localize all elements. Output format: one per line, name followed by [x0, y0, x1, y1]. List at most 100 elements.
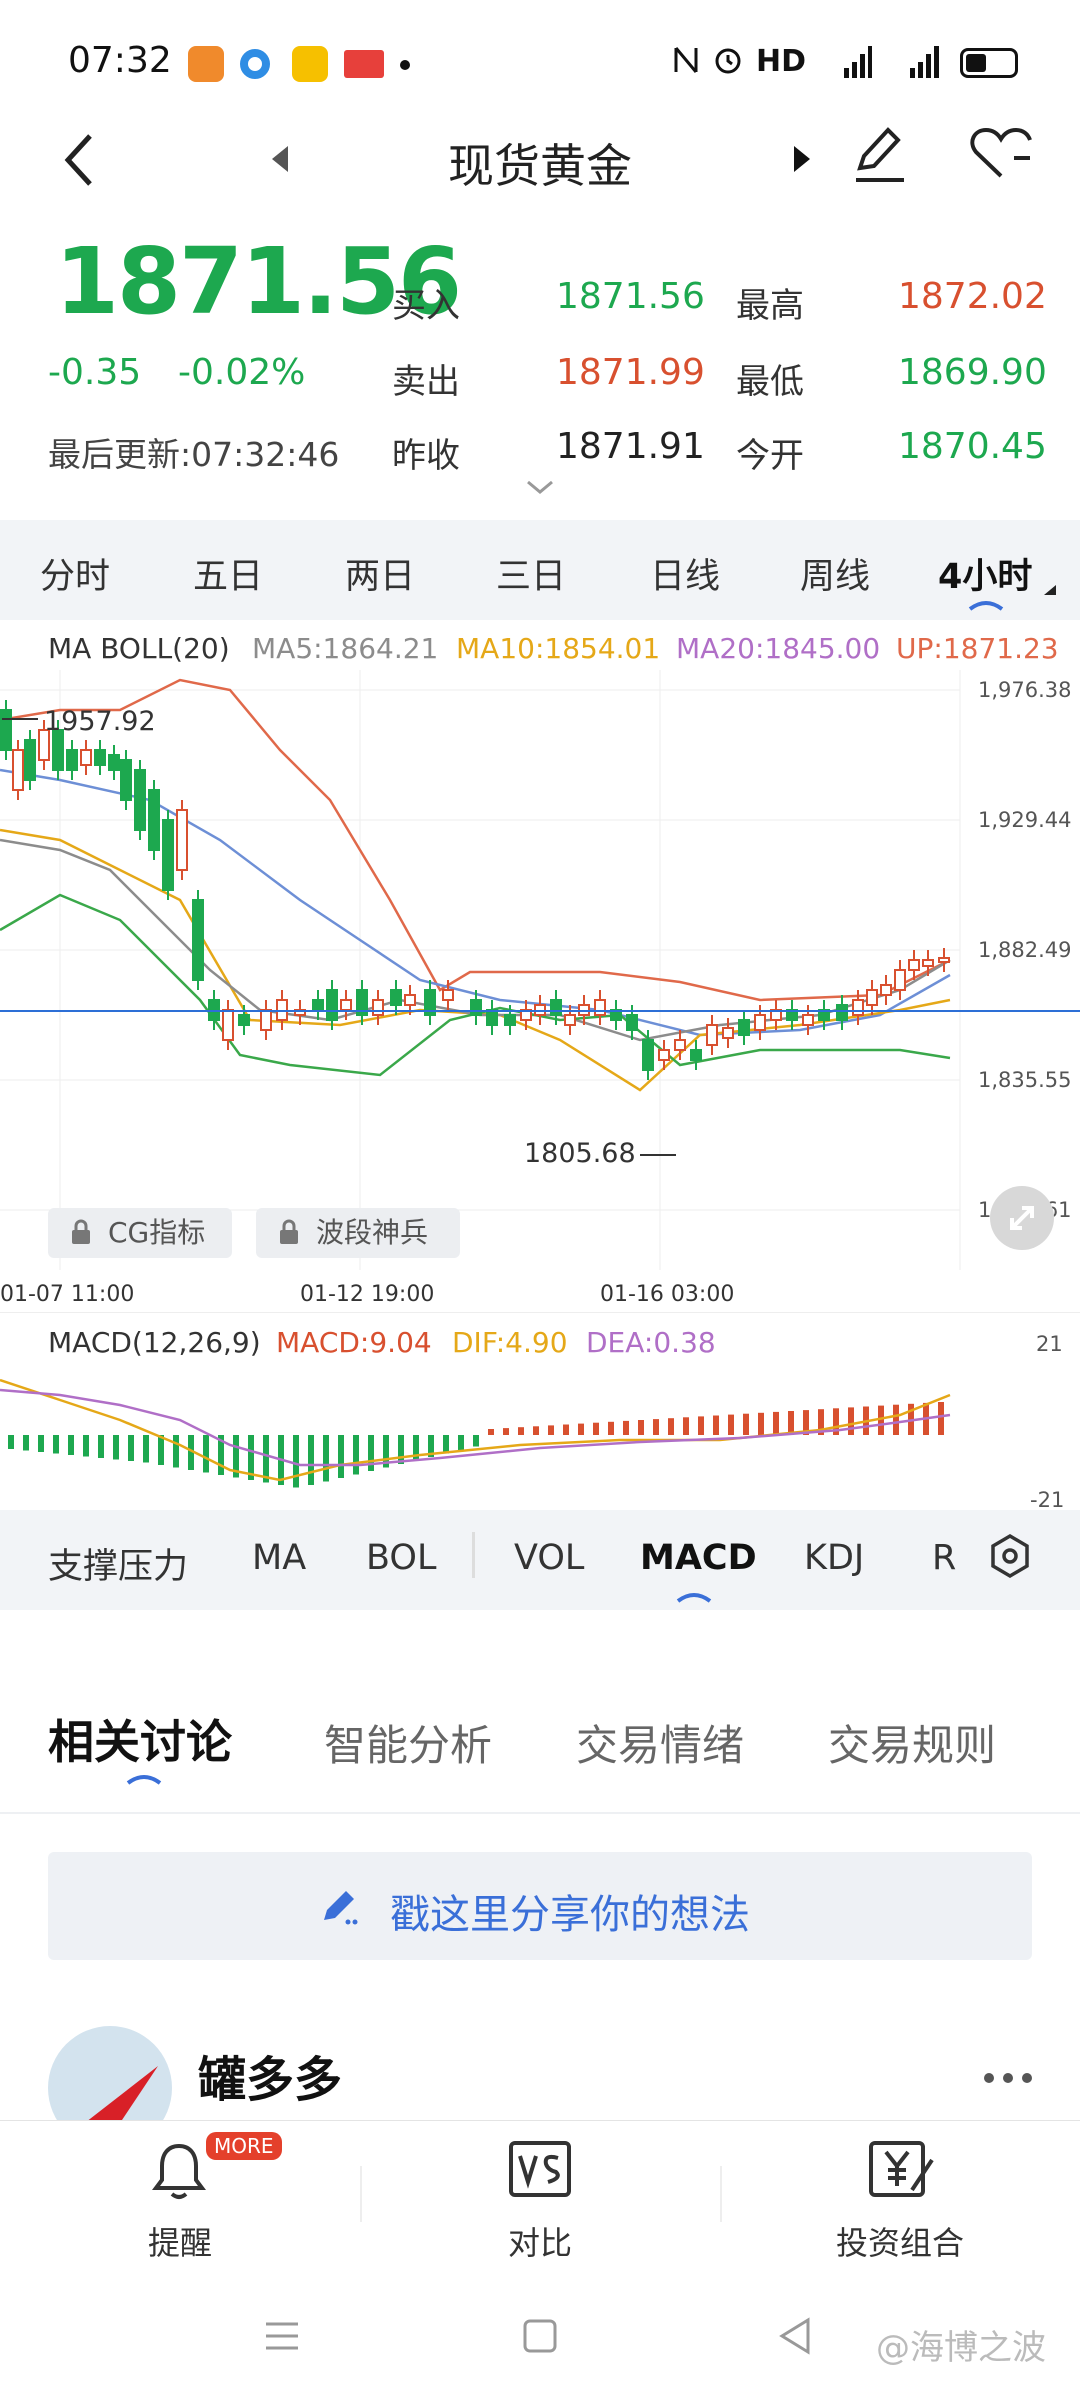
macd-bar — [443, 1435, 449, 1454]
nav-reminder[interactable]: 提醒 — [80, 2218, 280, 2264]
vs-icon[interactable] — [508, 2140, 572, 2202]
high-annotation: 1957.92 — [44, 706, 156, 737]
fullscreen-button[interactable] — [990, 1186, 1054, 1250]
dea-value: DEA:0.38 — [586, 1326, 716, 1359]
tab-bol[interactable]: BOL — [366, 1538, 436, 1578]
candle-body — [238, 1014, 250, 1026]
discussion-tab-indicator — [126, 1770, 162, 1789]
candle-body — [852, 999, 864, 1016]
time-tick: 01-07 11:00 — [0, 1282, 135, 1307]
macd-value: MACD:9.04 — [276, 1326, 432, 1359]
candle-body — [866, 989, 878, 1006]
cg-indicator-label: CG指标 — [108, 1216, 206, 1249]
tab-trade-rules[interactable]: 交易规则 — [828, 1712, 996, 1773]
candle-body — [470, 999, 482, 1016]
tab-macd[interactable]: MACD — [640, 1538, 757, 1578]
open-label: 今开 — [736, 436, 804, 476]
prev-close-label: 昨收 — [392, 436, 460, 476]
period-dropdown-icon[interactable] — [1042, 582, 1058, 601]
macd-bar — [743, 1413, 749, 1435]
tab-trade-sentiment[interactable]: 交易情绪 — [576, 1712, 744, 1773]
tab-r[interactable]: R — [932, 1538, 956, 1578]
tab-daily[interactable]: 日线 — [650, 548, 720, 599]
candle-body — [486, 1009, 498, 1026]
bell-icon[interactable] — [150, 2140, 208, 2206]
tab-ma[interactable]: MA — [252, 1538, 306, 1578]
time-tick: 01-12 19:00 — [300, 1282, 435, 1307]
candle-body — [626, 1014, 638, 1031]
tab-support-resistance[interactable]: 支撑压力 — [48, 1538, 188, 1589]
candle-body — [372, 999, 384, 1016]
candle-body — [326, 989, 338, 1021]
macd-bar — [128, 1435, 134, 1461]
nav-compare[interactable]: 对比 — [440, 2218, 640, 2264]
price-tick: 1,929.44 — [978, 808, 1072, 832]
macd-bar — [368, 1435, 374, 1471]
tab-three-day[interactable]: 三日 — [496, 548, 566, 599]
candle-body — [504, 1014, 516, 1026]
home-icon[interactable] — [522, 2318, 558, 2358]
tab-kdj[interactable]: KDJ — [804, 1538, 864, 1578]
battery-icon — [960, 48, 1018, 78]
macd-bar — [608, 1421, 614, 1435]
expand-quote-icon[interactable] — [524, 478, 556, 502]
candle-body — [148, 789, 160, 851]
tab-vol[interactable]: VOL — [514, 1538, 584, 1578]
candle-body — [722, 1027, 734, 1039]
time-tick: 01-16 03:00 — [600, 1282, 735, 1307]
buy-value: 1871.56 — [556, 276, 705, 317]
candlestick-chart[interactable] — [0, 670, 1080, 1270]
macd-bar — [323, 1435, 329, 1482]
active-indicator-underline — [676, 1588, 712, 1607]
candle-body — [0, 709, 12, 751]
high-value: 1872.02 — [898, 276, 1047, 317]
macd-bar — [593, 1422, 599, 1435]
favorite-add-icon[interactable] — [968, 124, 1034, 184]
portfolio-icon[interactable] — [868, 2140, 936, 2202]
macd-bar — [98, 1435, 104, 1458]
last-updated: 最后更新:07:32:46 — [48, 435, 340, 474]
page-title: 现货黄金 — [448, 139, 632, 193]
high-label: 最高 — [736, 286, 804, 326]
tab-five-day[interactable]: 五日 — [193, 548, 263, 599]
macd-bar — [353, 1435, 359, 1475]
notification-dot-icon — [400, 60, 410, 70]
ma10-legend: MA10:1854.01 — [456, 632, 661, 665]
candle-body — [176, 809, 188, 871]
macd-chart[interactable] — [0, 1360, 1000, 1510]
edit-icon[interactable] — [850, 122, 910, 188]
tab-divider — [472, 1532, 475, 1578]
candle-body — [690, 1049, 702, 1061]
sell-label: 卖出 — [392, 362, 460, 402]
macd-bar — [23, 1435, 29, 1451]
macd-tick-bottom: -21 — [1030, 1488, 1065, 1512]
price-change: -0.35 — [48, 352, 142, 393]
tab-smart-analysis[interactable]: 智能分析 — [324, 1712, 492, 1773]
candle-body — [192, 899, 204, 981]
next-instrument-icon[interactable] — [790, 144, 814, 174]
back-nav-icon[interactable] — [776, 2316, 812, 2360]
candle-body — [738, 1019, 750, 1036]
boll-lower-line — [0, 893, 951, 1077]
candle-body — [94, 749, 106, 766]
tab-intraday[interactable]: 分时 — [40, 548, 110, 599]
more-options-icon[interactable] — [982, 2070, 1034, 2089]
menu-icon[interactable] — [262, 2318, 302, 2358]
prev-close-value: 1871.91 — [556, 426, 705, 467]
candle-body — [642, 1039, 654, 1071]
macd-bar — [143, 1435, 149, 1463]
price-tick: 1,835.55 — [978, 1068, 1072, 1092]
tab-discussion[interactable]: 相关讨论 — [48, 1706, 232, 1772]
nav-portfolio[interactable]: 投资组合 — [800, 2218, 1000, 2264]
tab-4-hour[interactable]: 4小时 — [938, 548, 1032, 599]
post-username[interactable]: 罐多多 — [198, 2040, 342, 2110]
indicator-settings-icon[interactable] — [986, 1532, 1034, 1584]
low-value: 1869.90 — [898, 352, 1047, 393]
candle-body — [340, 999, 352, 1011]
dif-value: DIF:4.90 — [452, 1326, 568, 1359]
chart-grid — [0, 670, 961, 1270]
toutiao-icon — [344, 50, 384, 78]
tab-weekly[interactable]: 周线 — [800, 548, 870, 599]
tab-two-day[interactable]: 两日 — [345, 548, 415, 599]
macd-bar — [488, 1429, 494, 1435]
